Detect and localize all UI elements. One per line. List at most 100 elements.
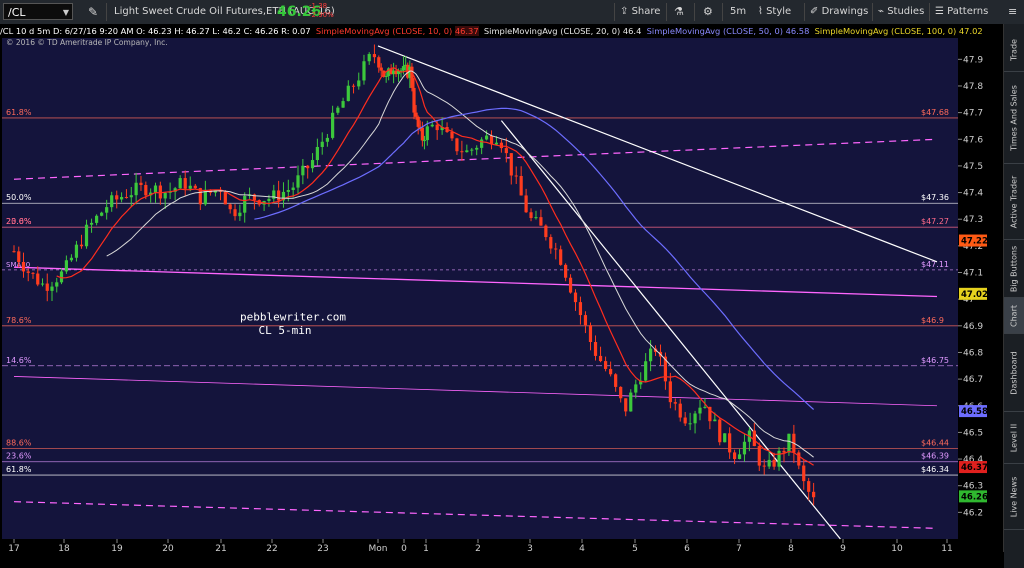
candle-body: [74, 244, 79, 258]
candle-body: [105, 207, 109, 213]
candle-body: [178, 178, 182, 189]
fib-level-price: $46.34: [921, 465, 949, 474]
candle-body: [84, 224, 89, 247]
candle-body: [787, 433, 791, 453]
candle-body: [17, 251, 21, 263]
sma20-label: SimpleMovingAvg (CLOSE, 20, 0): [483, 26, 621, 36]
candle-body: [430, 124, 434, 127]
candle-body: [233, 209, 237, 217]
symbol-input[interactable]: /CL ▼: [3, 3, 73, 20]
menu-icon[interactable]: ≡: [1008, 0, 1017, 24]
candle-body: [614, 374, 618, 387]
bar-info: /CL 10 d 5m D: 6/27/16 9:20 AM O: 46.23 …: [0, 26, 311, 36]
sidebar-tab-chart[interactable]: Chart: [1004, 298, 1024, 334]
candle-body: [703, 406, 707, 408]
divider: [929, 3, 930, 21]
candle-body: [634, 384, 638, 393]
patterns-label: Patterns: [947, 6, 989, 17]
candle-body: [228, 204, 232, 210]
candle-body: [384, 75, 388, 77]
candle-body: [158, 185, 162, 199]
candle-body: [36, 273, 40, 285]
timeframe-button[interactable]: 5m: [730, 0, 746, 24]
sidebar-tab-label: Dashboard: [1009, 350, 1019, 395]
fib-level-price: $46.39: [921, 452, 949, 461]
studies-button[interactable]: ⌁ Studies: [878, 0, 924, 24]
candle-body: [559, 249, 563, 265]
patterns-button[interactable]: ☰ Patterns: [935, 0, 988, 24]
share-button[interactable]: ⇪ Share: [620, 0, 660, 24]
y-tick-label: 47.9: [963, 55, 983, 65]
candle-body: [673, 402, 677, 404]
sidebar-tab-live-news[interactable]: Live News: [1004, 464, 1024, 530]
right-sidebar: Trade Times And Sales Active Trader Big But…: [1003, 24, 1024, 568]
studies-icon: ⌁: [878, 6, 888, 17]
sidebar-tab-dashboard[interactable]: Dashboard: [1004, 334, 1024, 412]
timeline-bar: [0, 552, 1004, 568]
flask-icon[interactable]: ⚗: [674, 0, 684, 24]
y-tick-label: 47.7: [963, 109, 983, 119]
gear-icon[interactable]: ⚙: [703, 0, 713, 24]
candle-body: [593, 342, 598, 356]
sidebar-tab-label: Big Buttons: [1009, 245, 1019, 292]
candle-body: [310, 160, 315, 169]
candle-body: [782, 450, 786, 453]
y-tick-label: 47.3: [963, 215, 983, 225]
candle-body: [367, 54, 371, 62]
candle-body: [598, 355, 603, 362]
price-flag-label: 47.02: [961, 290, 988, 300]
candle-body: [767, 459, 771, 467]
drawings-button[interactable]: ✐ Drawings: [810, 0, 868, 24]
candle-body: [807, 481, 811, 492]
sidebar-tab-label: Trade: [1009, 38, 1019, 61]
candle-body: [139, 182, 143, 186]
fib-level-label: 14.6%: [6, 356, 32, 365]
style-button[interactable]: ⌇ Style: [758, 0, 791, 24]
candle-body: [519, 175, 523, 196]
sma10-value: 46.37: [454, 26, 479, 36]
sidebar-tab-times-and-sales[interactable]: Times And Sales: [1004, 72, 1024, 164]
divider: [106, 3, 107, 21]
candle-body: [420, 127, 424, 141]
candle-body: [554, 248, 558, 250]
drawings-icon: ✐: [810, 6, 822, 17]
candle-body: [336, 107, 340, 113]
candle-body: [193, 185, 197, 189]
sidebar-tab-level-ii[interactable]: Level II: [1004, 412, 1024, 464]
study-legend: /CL 10 d 5m D: 6/27/16 9:20 AM O: 46.23 …: [0, 25, 1004, 37]
y-tick-label: 46.3: [963, 482, 983, 492]
candle-body: [12, 251, 16, 253]
candle-body: [534, 217, 538, 219]
candle-body: [40, 283, 45, 285]
candle-body: [414, 112, 418, 117]
candle-body: [110, 195, 114, 208]
sidebar-tab-label: Times And Sales: [1009, 84, 1019, 151]
plot-background: [2, 38, 958, 539]
candle-body: [315, 146, 319, 161]
price-chart[interactable]: 47.947.847.747.647.547.447.347.247.14746…: [0, 24, 1004, 568]
sidebar-tab-big-buttons[interactable]: Big Buttons: [1004, 240, 1024, 298]
candle-body: [762, 465, 766, 467]
candle-body: [772, 459, 776, 467]
candle-body: [732, 452, 737, 460]
watermark-line-1: pebblewriter.com: [240, 310, 346, 323]
candle-body: [238, 212, 242, 217]
candle-body: [346, 85, 350, 102]
candle-body: [549, 237, 553, 249]
candle-body: [678, 403, 682, 418]
sidebar-tab-trade[interactable]: Trade: [1004, 28, 1024, 72]
sma100-value: 47.02: [958, 26, 983, 36]
y-tick-label: 47.6: [963, 135, 983, 145]
candle-body: [450, 132, 454, 139]
sidebar-tab-active-trader[interactable]: Active Trader: [1004, 164, 1024, 240]
toolbar: /CL ▼ ✎ Light Sweet Crude Oil Futures,ETH…: [0, 0, 1024, 25]
chevron-down-icon[interactable]: ▼: [63, 4, 69, 21]
candle-body: [341, 101, 345, 108]
candle-body: [416, 116, 420, 127]
divider: [804, 3, 805, 21]
candle-body: [243, 195, 247, 213]
pencil-icon[interactable]: ✎: [88, 0, 98, 24]
watermark-line-2: CL 5-min: [259, 324, 312, 337]
candle-body: [514, 175, 518, 177]
fib-level-price: $47.27: [921, 217, 949, 226]
